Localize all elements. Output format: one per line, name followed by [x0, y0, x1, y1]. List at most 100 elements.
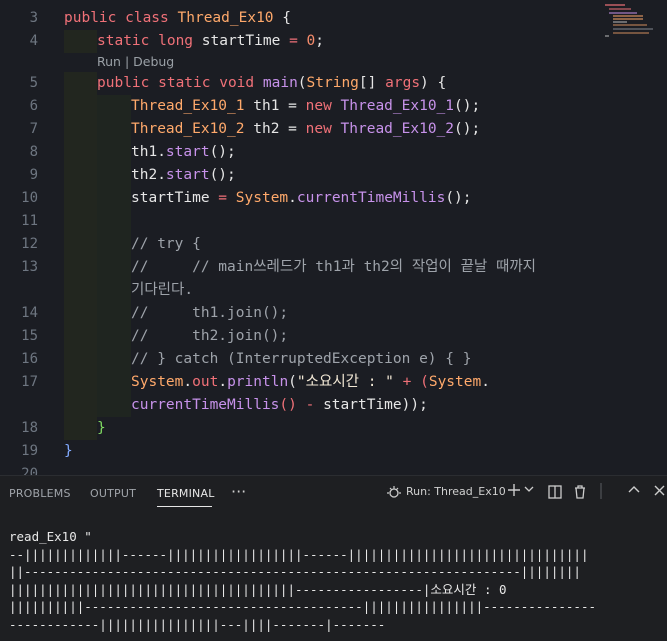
code-class-name: Thread_Ex10_2 [131, 121, 245, 137]
line-number: 12 [21, 236, 38, 252]
code-method: main [262, 75, 298, 91]
code-class-name: String [306, 75, 359, 91]
tab-output[interactable]: OUTPUT [90, 487, 136, 500]
code-line: Thread_Ex10_1 th1 = new Thread_Ex10_1(); [131, 95, 480, 118]
code-editor[interactable]: 3 4 5 6 7 8 9 10 11 12 13 14 15 16 17 18… [0, 0, 667, 475]
line-number-gutter: 3 4 5 6 7 8 9 10 11 12 13 14 15 16 17 18… [0, 0, 52, 475]
tab-problems[interactable]: PROBLEMS [9, 487, 71, 500]
bottom-panel: PROBLEMS OUTPUT TERMINAL ··· Run: Thread… [0, 475, 667, 641]
code-comment: 기다린다. [131, 282, 194, 298]
minimap[interactable] [605, 2, 663, 38]
line-number: 16 [21, 351, 38, 367]
code-constructor: Thread_Ex10_2 [340, 121, 455, 137]
code-brace: } [97, 420, 106, 436]
code-method: start [165, 167, 210, 183]
code-punct: [] [358, 75, 386, 91]
terminal-run-label[interactable]: Run: Thread_Ex10 [406, 485, 506, 498]
chevron-down-icon[interactable] [524, 483, 534, 499]
separator [599, 482, 603, 504]
chevron-up-icon[interactable] [627, 484, 641, 500]
code-identifier: th2. [131, 167, 166, 183]
code-punct: ( [288, 374, 297, 390]
line-number: 10 [21, 190, 38, 206]
code-identifier: th2 = [244, 121, 306, 137]
code-class-name: System [131, 374, 184, 390]
code-punct: (); [454, 121, 481, 137]
code-field: out [192, 374, 219, 390]
code-method: println [227, 374, 289, 390]
line-number: 3 [29, 10, 38, 26]
code-class-name: Thread_Ex10 [177, 10, 274, 26]
terminal-line: ||||||||||||||||||||||||||||||||||||||--… [9, 581, 507, 597]
code-punct: . [481, 374, 490, 390]
code-operator: = [280, 33, 307, 49]
code-comment: // // main쓰레드가 th1과 th2의 작업이 끝날 때까지 [131, 259, 537, 275]
code-class-name: System [428, 374, 482, 390]
code-method: currentTimeMillis [131, 397, 280, 413]
code-operator: = [209, 190, 236, 206]
line-number: 7 [29, 121, 38, 137]
indent-guide [64, 30, 97, 53]
indent-guide [97, 95, 131, 417]
code-constructor: Thread_Ex10_1 [340, 98, 455, 114]
line-number: 6 [29, 98, 38, 114]
code-comment: // th1.join(); [131, 305, 289, 321]
code-punct: . [183, 374, 193, 390]
code-keyword: static long [97, 33, 202, 49]
code-comment: // } catch (InterruptedException e) { } [131, 351, 472, 367]
code-comment: // th2.join(); [131, 328, 289, 344]
code-punct: ; [315, 33, 325, 49]
code-parameter: args [385, 75, 421, 91]
code-line: th2.start(); [131, 164, 236, 187]
code-identifier: th1. [131, 144, 166, 160]
code-punct: (); [445, 190, 472, 206]
line-number: 8 [29, 144, 38, 160]
code-line: Thread_Ex10_2 th2 = new Thread_Ex10_2(); [131, 118, 480, 141]
code-line: public static void main(String[] args) { [97, 72, 446, 95]
code-line: currentTimeMillis() - startTime)); [131, 394, 428, 417]
code-identifier: startTime [201, 33, 281, 49]
line-number: 11 [21, 213, 38, 229]
code-punct: (); [209, 144, 236, 160]
code-keyword: new [305, 98, 341, 114]
line-number: 5 [29, 75, 38, 91]
panel-tabs: PROBLEMS OUTPUT TERMINAL ··· Run: Thread… [0, 476, 667, 512]
line-number: 19 [21, 443, 38, 459]
code-punct: )); [401, 397, 428, 413]
debug-run-icon[interactable] [386, 484, 402, 504]
code-punct: { [273, 10, 291, 26]
code-line: static long startTime = 0; [97, 30, 324, 53]
code-operator: + ( [393, 374, 429, 390]
code-method: start [165, 144, 210, 160]
code-number: 0 [306, 33, 316, 49]
split-terminal-icon[interactable] [547, 484, 563, 504]
terminal-line: --|||||||||||||------||||||||||||||||||-… [9, 546, 589, 562]
line-number: 14 [21, 305, 38, 321]
tab-terminal[interactable]: TERMINAL [157, 487, 215, 500]
line-number: 9 [29, 167, 38, 183]
code-keyword: new [305, 121, 341, 137]
terminal-line: ||--------------------------------------… [9, 564, 581, 579]
code-punct: ( [297, 75, 307, 91]
trash-icon[interactable] [572, 484, 588, 504]
code-identifier: th1 = [244, 98, 306, 114]
code-method: currentTimeMillis [296, 190, 446, 206]
code-line: public class Thread_Ex10 { [64, 7, 291, 30]
code-brace: } [64, 443, 73, 459]
line-number: 20 [21, 466, 38, 475]
terminal-line: ||||||||||------------------------------… [9, 599, 596, 614]
more-actions-icon[interactable]: ··· [231, 482, 246, 501]
indent-guide [64, 72, 97, 440]
code-comment: // try { [131, 236, 201, 252]
terminal-line: read_Ex10 " [9, 529, 92, 544]
line-number: 15 [21, 328, 38, 344]
line-number: 17 [21, 374, 38, 390]
close-icon[interactable] [653, 483, 665, 501]
code-line: System.out.println("소요시간 : " + (System. [131, 371, 490, 394]
run-debug-codelens[interactable]: Run | Debug [97, 52, 174, 72]
code-class-name: Thread_Ex10_1 [131, 98, 245, 114]
terminal-output[interactable]: read_Ex10 " --|||||||||||||------||||||||… [9, 528, 596, 633]
add-terminal-icon[interactable] [506, 482, 522, 502]
code-keyword: public class [64, 10, 178, 26]
code-class-name: System [235, 190, 289, 206]
